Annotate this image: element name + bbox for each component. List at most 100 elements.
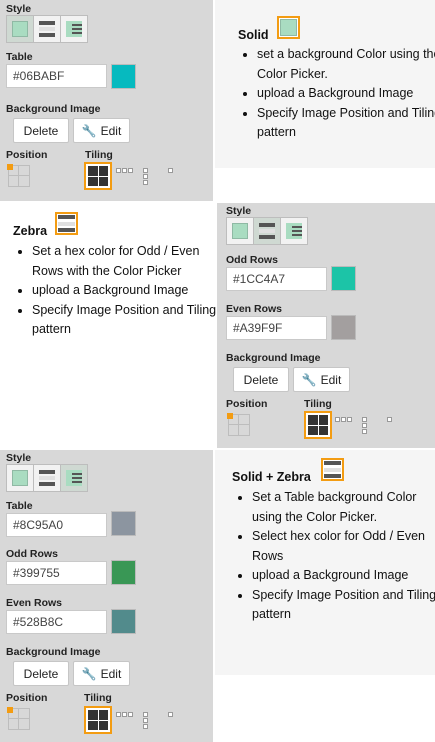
- style-solid-zebra-button[interactable]: [61, 465, 87, 491]
- position-grid[interactable]: [7, 164, 31, 188]
- list-item: upload a Background Image: [252, 566, 435, 586]
- tiling-label: Tiling: [84, 692, 112, 704]
- style-selector: [6, 464, 88, 492]
- odd-rows-color-input[interactable]: #1CC4A7: [226, 267, 327, 291]
- position-grid[interactable]: [227, 413, 251, 437]
- tiling-repeat-y-option[interactable]: [362, 417, 367, 434]
- style-zebra-button[interactable]: [34, 16, 61, 42]
- solid-zebra-feature-list: Set a Table background Color using the C…: [234, 488, 435, 625]
- table-label: Table: [6, 51, 33, 63]
- style-solid-button[interactable]: [7, 16, 34, 42]
- zebra-style-icon: [39, 21, 55, 37]
- position-grid[interactable]: [7, 707, 31, 731]
- solid-zebra-settings-panel: Style Table #8C95A0 Odd Rows #399755 Eve…: [0, 450, 213, 742]
- style-label: Style: [6, 3, 32, 15]
- style-zebra-button[interactable]: [254, 218, 281, 244]
- tiling-no-repeat-option[interactable]: [387, 417, 392, 422]
- odd-rows-label: Odd Rows: [226, 254, 278, 266]
- background-image-label: Background Image: [6, 103, 101, 115]
- tiling-repeat-x-option[interactable]: [116, 168, 133, 173]
- list-item: Specify Image Position and Tiling patter…: [32, 301, 218, 340]
- position-label: Position: [6, 149, 48, 161]
- style-solid-zebra-button[interactable]: [61, 16, 87, 42]
- solid-zebra-style-icon: [286, 223, 302, 239]
- table-label: Table: [6, 500, 33, 512]
- even-rows-color-swatch[interactable]: [331, 315, 356, 340]
- tiling-no-repeat-option[interactable]: [168, 168, 173, 173]
- zebra-title-icon: [55, 212, 78, 235]
- even-rows-color-input[interactable]: #528B8C: [6, 610, 107, 634]
- background-image-label: Background Image: [226, 352, 321, 364]
- solid-zebra-description: Solid + Zebra Set a Table background Col…: [215, 450, 435, 675]
- tiling-repeat-option[interactable]: [304, 411, 332, 439]
- zebra-settings-panel: Style Odd Rows #1CC4A7 Even Rows #A39F9F…: [217, 203, 435, 448]
- solid-settings-panel: Style Table #06BABF Background Image Del…: [0, 0, 213, 201]
- zebra-style-icon: [259, 223, 275, 239]
- tiling-repeat-y-option[interactable]: [143, 712, 148, 729]
- odd-rows-color-swatch[interactable]: [111, 560, 136, 585]
- style-selector: [6, 15, 88, 43]
- tiling-repeat-option[interactable]: [84, 706, 112, 734]
- tiling-repeat-x-option[interactable]: [116, 712, 133, 717]
- style-label: Style: [226, 205, 252, 217]
- wrench-icon: 🔧: [81, 123, 97, 138]
- tiling-label: Tiling: [304, 398, 332, 410]
- table-color-swatch[interactable]: [111, 64, 136, 89]
- list-item: upload a Background Image: [257, 84, 435, 104]
- table-color-swatch[interactable]: [111, 511, 136, 536]
- odd-rows-label: Odd Rows: [6, 548, 58, 560]
- even-rows-color-input[interactable]: #A39F9F: [226, 316, 327, 340]
- solid-title: Solid: [238, 28, 269, 42]
- style-solid-button[interactable]: [227, 218, 254, 244]
- zebra-style-icon: [39, 470, 55, 486]
- edit-button[interactable]: 🔧 Edit: [73, 118, 130, 143]
- tiling-label: Tiling: [85, 149, 113, 161]
- table-color-input[interactable]: #8C95A0: [6, 513, 107, 537]
- solid-style-icon: [12, 21, 28, 37]
- delete-button[interactable]: Delete: [13, 118, 69, 143]
- solid-title-icon: [277, 16, 300, 39]
- edit-label: Edit: [100, 123, 122, 138]
- edit-button[interactable]: 🔧 Edit: [293, 367, 350, 392]
- solid-feature-list: set a background Color using the Color P…: [239, 45, 435, 143]
- zebra-feature-list: Set a hex color for Odd / Even Rows with…: [14, 242, 218, 340]
- list-item: Specify Image Position and Tiling patter…: [252, 586, 435, 625]
- edit-button[interactable]: 🔧 Edit: [73, 661, 130, 686]
- odd-rows-color-swatch[interactable]: [331, 266, 356, 291]
- list-item: Set a Table background Color using the C…: [252, 488, 435, 527]
- zebra-title: Zebra: [13, 224, 48, 238]
- solid-zebra-style-icon: [66, 21, 82, 37]
- solid-description: Solid set a background Color using the C…: [215, 0, 435, 168]
- style-solid-button[interactable]: [7, 465, 34, 491]
- solid-zebra-title: Solid + Zebra: [232, 470, 311, 484]
- edit-label: Edit: [320, 372, 342, 387]
- style-selector: [226, 217, 308, 245]
- style-solid-zebra-button[interactable]: [281, 218, 307, 244]
- position-label: Position: [6, 692, 48, 704]
- solid-style-icon: [232, 223, 248, 239]
- tiling-repeat-option[interactable]: [84, 162, 112, 190]
- table-color-input[interactable]: #06BABF: [6, 64, 107, 88]
- even-rows-label: Even Rows: [6, 597, 63, 609]
- solid-zebra-style-icon: [66, 470, 82, 486]
- even-rows-color-swatch[interactable]: [111, 609, 136, 634]
- list-item: Set a hex color for Odd / Even Rows with…: [32, 242, 218, 281]
- tiling-no-repeat-option[interactable]: [168, 712, 173, 717]
- style-zebra-button[interactable]: [34, 465, 61, 491]
- position-label: Position: [226, 398, 268, 410]
- odd-rows-color-input[interactable]: #399755: [6, 561, 107, 585]
- delete-button[interactable]: Delete: [13, 661, 69, 686]
- zebra-description: Zebra Set a hex color for Odd / Even Row…: [0, 203, 216, 448]
- solid-zebra-title-icon: [321, 458, 344, 481]
- tiling-repeat-x-option[interactable]: [335, 417, 352, 422]
- even-rows-label: Even Rows: [226, 303, 283, 315]
- delete-button[interactable]: Delete: [233, 367, 289, 392]
- list-item: upload a Background Image: [32, 281, 218, 301]
- style-label: Style: [6, 452, 32, 464]
- edit-label: Edit: [100, 666, 122, 681]
- tiling-repeat-y-option[interactable]: [143, 168, 148, 185]
- background-image-label: Background Image: [6, 646, 101, 658]
- solid-style-icon: [12, 470, 28, 486]
- list-item: set a background Color using the Color P…: [257, 45, 435, 84]
- wrench-icon: 🔧: [81, 666, 97, 681]
